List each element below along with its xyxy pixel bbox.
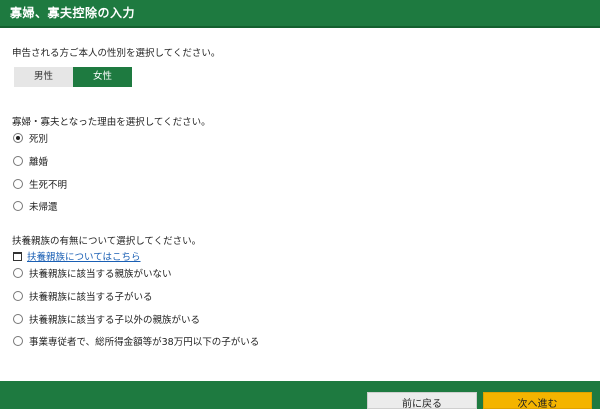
dependent-option-child[interactable]: 扶養親族に該当する子がいる <box>13 289 153 303</box>
radio-button[interactable] <box>13 133 23 143</box>
option-label: 未帰還 <box>29 202 58 213</box>
option-label: 扶養親族に該当する子がいる <box>29 292 153 303</box>
gender-question: 申告される方ご本人の性別を選択してください。 <box>12 48 221 59</box>
reason-option-missing[interactable]: 生死不明 <box>13 177 67 191</box>
radio-button[interactable] <box>13 336 23 346</box>
option-label: 死別 <box>29 134 49 145</box>
reason-question: 寡婦・寡夫となった理由を選択してください。 <box>12 117 211 128</box>
radio-button[interactable] <box>13 268 23 278</box>
option-label: 扶養親族に該当する子以外の親族がいる <box>29 315 201 326</box>
dependent-option-other-relative[interactable]: 扶養親族に該当する子以外の親族がいる <box>13 312 200 326</box>
reason-option-divorce[interactable]: 離婚 <box>13 154 48 168</box>
back-button[interactable]: 前に戻る <box>367 392 477 410</box>
radio-button[interactable] <box>13 201 23 211</box>
gender-female-button[interactable]: 女性 <box>73 67 132 87</box>
option-label: 扶養親族に該当する親族がいない <box>29 269 172 280</box>
option-label: 生死不明 <box>29 180 68 191</box>
dependent-option-family-employee-child[interactable]: 事業専従者で、総所得金額等が38万円以下の子がいる <box>13 334 259 348</box>
reason-option-not-returned[interactable]: 未帰還 <box>13 199 58 213</box>
gender-male-button[interactable]: 男性 <box>14 67 73 87</box>
page-title: 寡婦、寡夫控除の入力 <box>10 6 136 20</box>
dependent-info-link-text[interactable]: 扶養親族についてはこちら <box>27 249 141 263</box>
reason-option-bereavement[interactable]: 死別 <box>13 131 48 145</box>
new-window-icon <box>13 251 22 261</box>
radio-button[interactable] <box>13 314 23 324</box>
next-button[interactable]: 次へ進む <box>483 392 592 410</box>
radio-button[interactable] <box>13 291 23 301</box>
radio-button[interactable] <box>13 156 23 166</box>
gender-toggle: 男性 女性 <box>14 67 132 87</box>
option-label: 離婚 <box>29 157 49 168</box>
dependent-option-none[interactable]: 扶養親族に該当する親族がいない <box>13 266 172 280</box>
dependent-question: 扶養親族の有無について選択してください。 <box>12 236 202 247</box>
radio-button[interactable] <box>13 179 23 189</box>
option-label: 事業専従者で、総所得金額等が38万円以下の子がいる <box>29 337 260 348</box>
page-header: 寡婦、寡夫控除の入力 <box>0 0 600 28</box>
dependent-info-link[interactable]: 扶養親族についてはこちら <box>13 249 141 263</box>
